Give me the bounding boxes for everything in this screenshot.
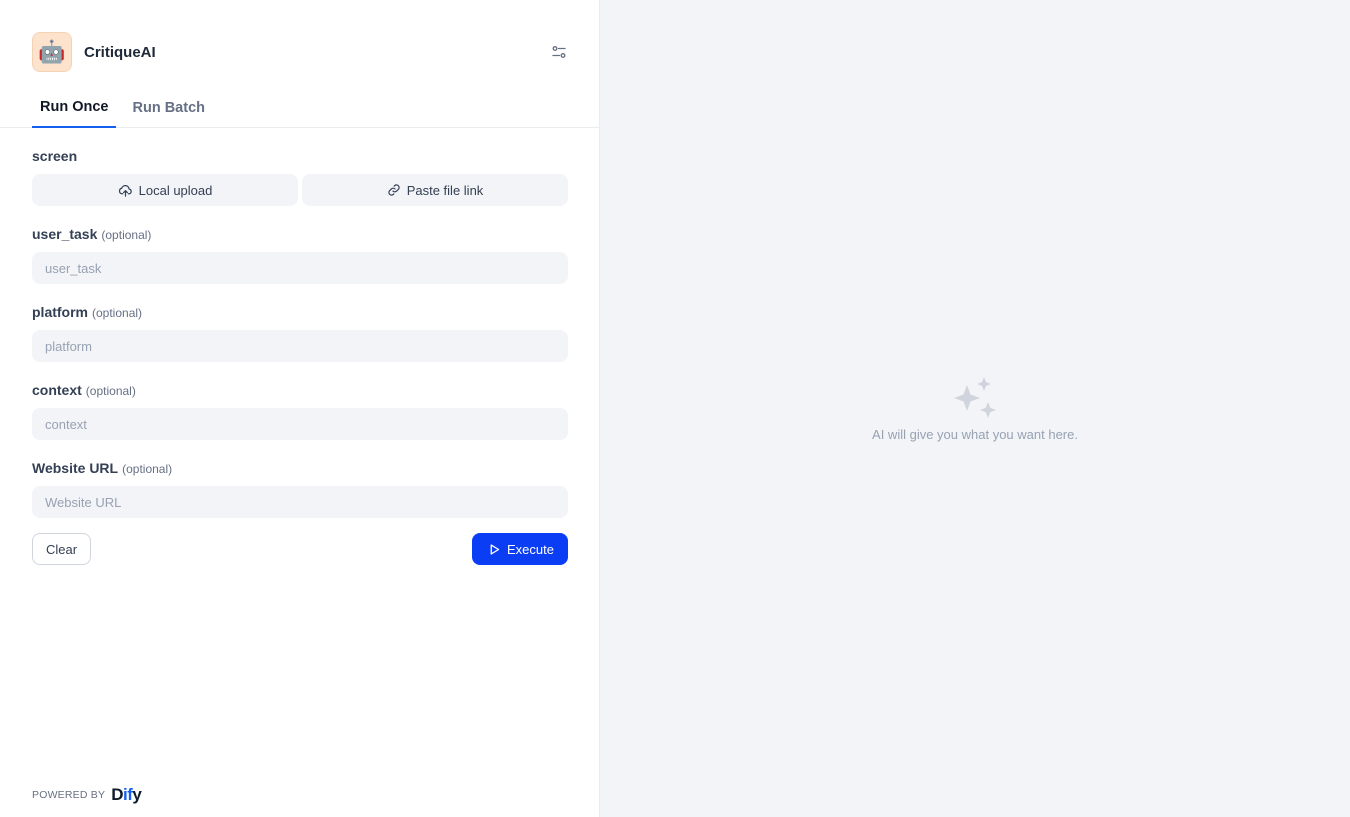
run-mode-tabs: Run Once Run Batch — [0, 88, 599, 128]
link-icon — [388, 184, 400, 196]
execute-button[interactable]: Execute — [472, 533, 568, 565]
tab-run-once[interactable]: Run Once — [32, 88, 117, 128]
field-label: context — [32, 382, 82, 398]
execute-label: Execute — [507, 541, 554, 557]
optional-tag: (optional) — [101, 228, 152, 242]
paste-file-link-label: Paste file link — [406, 182, 484, 198]
field-label: screen — [32, 148, 78, 164]
app-name: CritiqueAI — [84, 43, 156, 61]
powered-by-footer: POWERED BY Dify — [32, 785, 142, 805]
field-screen: screen Local upload Paste file link — [32, 148, 568, 206]
sparkles-icon — [954, 377, 996, 418]
dify-logo: Dify — [111, 785, 142, 804]
result-panel: AI will give you what you want here. — [600, 0, 1350, 817]
field-label: Website URL — [32, 460, 119, 476]
user-task-input[interactable] — [32, 252, 568, 284]
local-upload-label: Local upload — [138, 182, 213, 198]
platform-input[interactable] — [32, 330, 568, 362]
input-panel: 🤖 CritiqueAI Run Once Run Batch screen L… — [0, 0, 600, 817]
settings-button[interactable] — [543, 36, 575, 68]
local-upload-button[interactable]: Local upload — [32, 174, 298, 206]
optional-tag: (optional) — [85, 384, 136, 398]
play-icon — [490, 543, 500, 555]
robot-icon: 🤖 — [38, 39, 66, 64]
website-url-input[interactable] — [32, 486, 568, 518]
sliders-icon — [552, 46, 566, 58]
field-user-task: user_task (optional) — [32, 226, 568, 284]
field-context: context (optional) — [32, 382, 568, 440]
optional-tag: (optional) — [122, 462, 173, 476]
empty-result-text: AI will give you what you want here. — [872, 427, 1078, 442]
field-website-url: Website URL (optional) — [32, 460, 568, 518]
powered-by-label: POWERED BY — [32, 789, 106, 801]
tab-run-batch[interactable]: Run Batch — [124, 88, 213, 128]
field-label: platform — [32, 304, 88, 320]
paste-file-link-button[interactable]: Paste file link — [302, 174, 568, 206]
upload-options: Local upload Paste file link — [32, 174, 568, 206]
optional-tag: (optional) — [92, 306, 143, 320]
form-actions: Clear Execute — [32, 533, 568, 565]
field-label: user_task — [32, 226, 98, 242]
context-input[interactable] — [32, 408, 568, 440]
cloud-upload-icon — [118, 184, 132, 197]
field-platform: platform (optional) — [32, 304, 568, 362]
run-form: screen Local upload Paste file link user… — [32, 148, 568, 538]
app-icon: 🤖 — [32, 32, 72, 72]
clear-button[interactable]: Clear — [32, 533, 92, 565]
app-header: 🤖 CritiqueAI — [32, 32, 567, 72]
